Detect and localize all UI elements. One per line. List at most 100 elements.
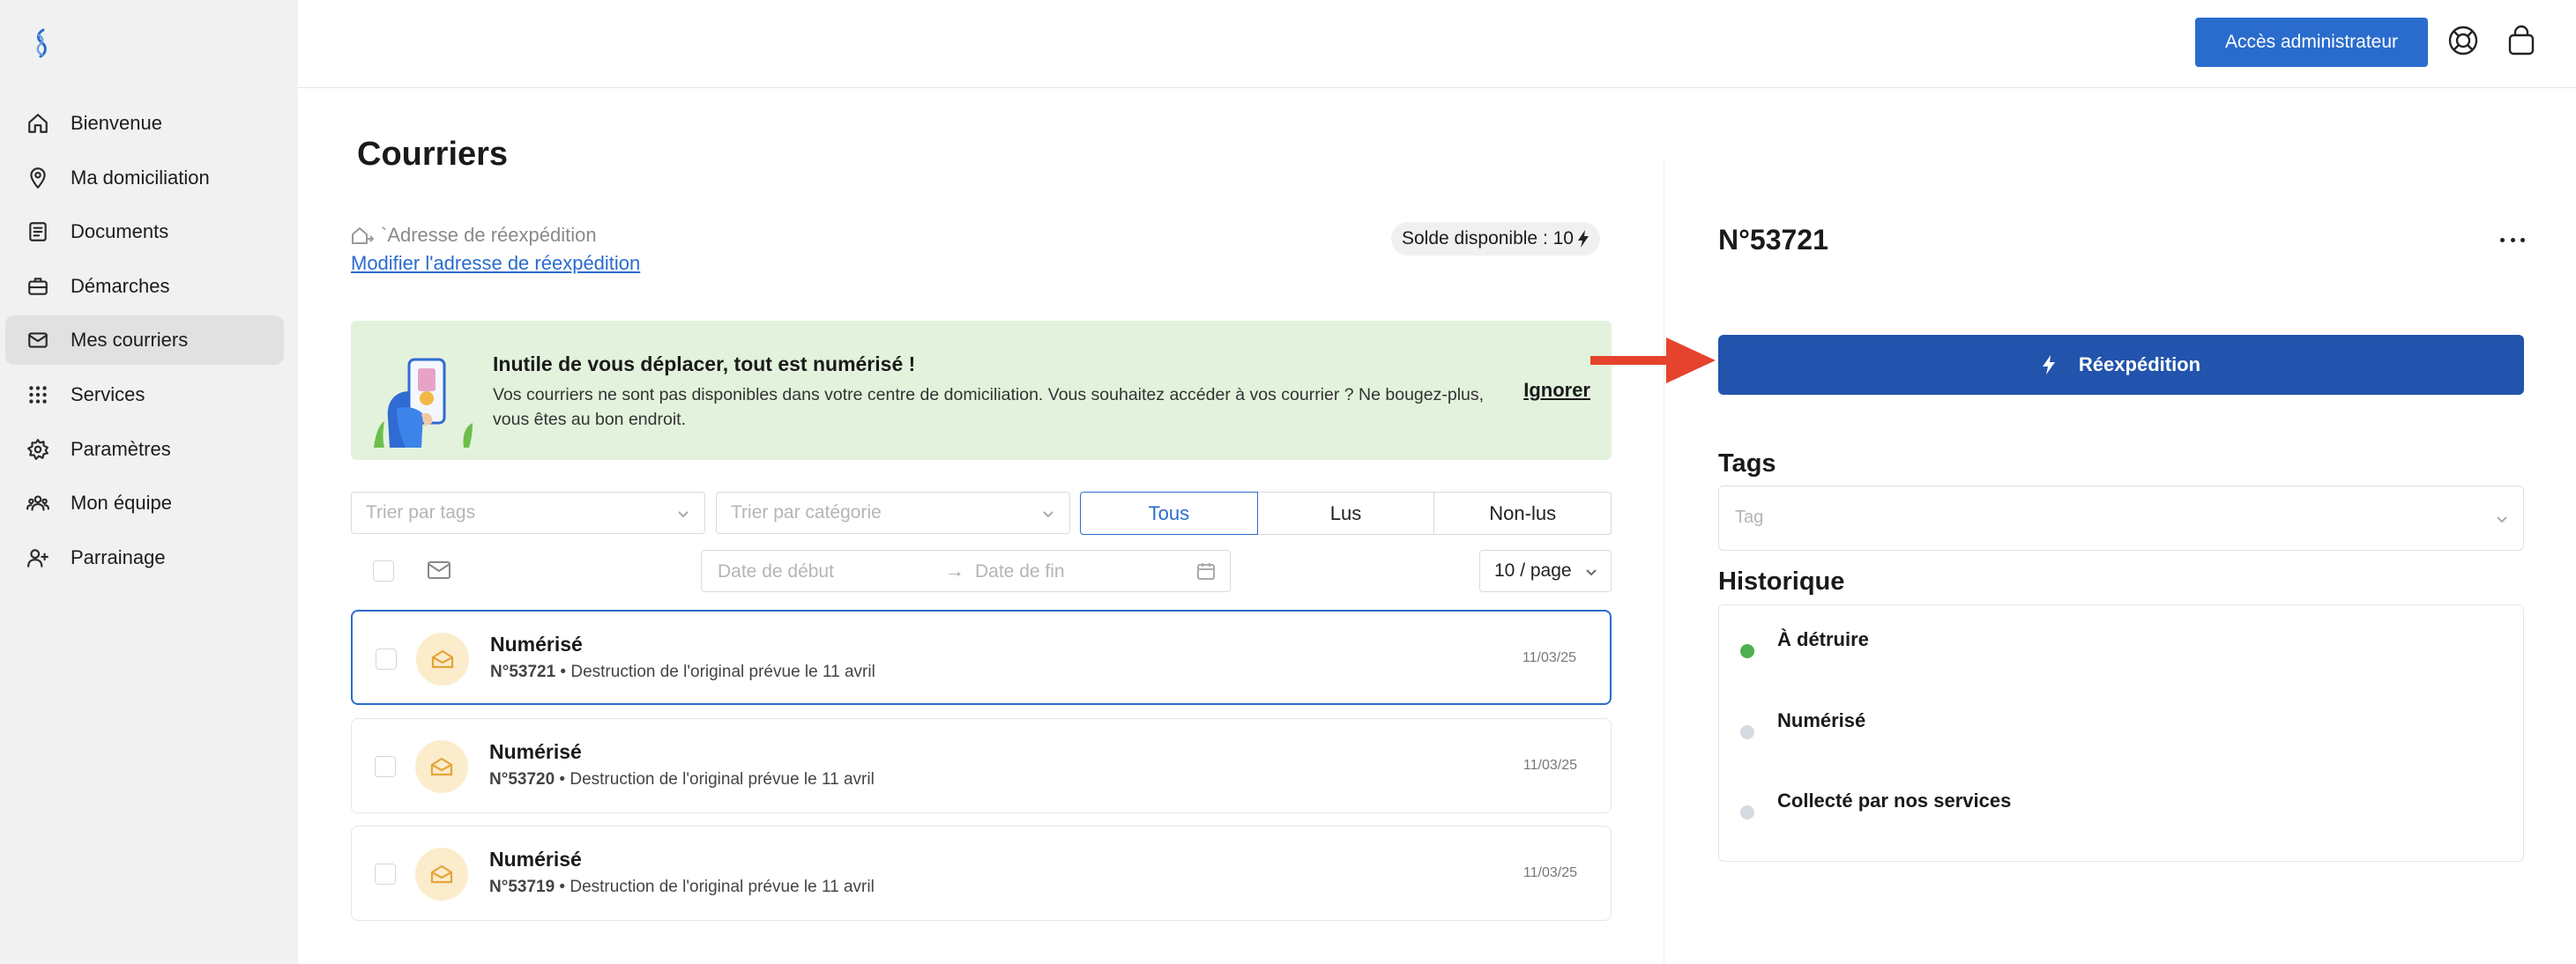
grid-icon [26, 383, 49, 406]
logo-icon[interactable] [28, 26, 56, 62]
info-banner: Inutile de vous déplacer, tout est numér… [351, 321, 1612, 460]
help-lifebuoy-icon[interactable] [2446, 23, 2481, 58]
mail-subtitle: N°53721 • Destruction de l'original prév… [490, 663, 875, 682]
mail-checkbox[interactable] [375, 756, 396, 777]
sidebar-item-label: Mon équipe [71, 492, 172, 515]
phone-illustration [374, 358, 473, 448]
sidebar-item-domiciliation[interactable]: Ma domiciliation [5, 153, 284, 203]
mail-date: 11/03/25 [1522, 650, 1576, 665]
forwarding-address-row: `Adresse de réexpédition [351, 224, 597, 247]
sidebar-item-documents[interactable]: Documents [5, 207, 284, 256]
chevron-down-icon [2495, 511, 2509, 531]
modify-address-link[interactable]: Modifier l'adresse de réexpédition [351, 252, 640, 275]
status-dot [1740, 644, 1754, 658]
mark-read-mail-icon[interactable] [427, 560, 451, 580]
sidebar-nav: Bienvenue Ma domiciliation Documents Dém… [5, 99, 284, 587]
history-list: À détruire Numérisé Collecté par nos ser… [1718, 604, 2524, 862]
chevron-down-icon [1584, 563, 1598, 584]
sidebar-item-label: Ma domiciliation [71, 166, 210, 189]
mail-card[interactable]: Numérisé N°53720 • Destruction de l'orig… [351, 718, 1612, 813]
balance-text: Solde disponible : 10 [1402, 228, 1574, 248]
open-envelope-icon [415, 848, 468, 901]
calendar-icon [1196, 561, 1216, 581]
tags-filter-placeholder: Trier par tags [366, 502, 476, 523]
lightning-icon [2042, 355, 2055, 374]
team-icon [26, 492, 49, 515]
date-start-placeholder: Date de début [718, 561, 834, 582]
mail-subtitle: N°53719 • Destruction de l'original prév… [489, 878, 875, 897]
tags-filter-select[interactable]: Trier par tags [351, 492, 705, 534]
ignore-link[interactable]: Ignorer [1523, 379, 1590, 402]
date-range-picker[interactable]: Date de début → Date de fin [701, 550, 1231, 592]
tag-select[interactable]: Tag [1718, 486, 2524, 551]
category-filter-placeholder: Trier par catégorie [731, 502, 882, 523]
category-filter-select[interactable]: Trier par catégorie [716, 492, 1070, 534]
open-envelope-icon [415, 740, 468, 793]
home-forward-icon [352, 226, 374, 244]
mail-detail: • Destruction de l'original prévue le 11… [555, 663, 875, 681]
page-title: Courriers [357, 136, 509, 173]
status-dot [1740, 805, 1754, 819]
segment-tous[interactable]: Tous [1080, 492, 1258, 535]
date-end-placeholder: Date de fin [975, 561, 1065, 582]
sidebar-item-courriers[interactable]: Mes courriers [5, 315, 284, 366]
mail-detail: • Destruction de l'original prévue le 11… [555, 770, 875, 789]
sidebar-item-bienvenue[interactable]: Bienvenue [5, 99, 284, 148]
sidebar-item-label: Bienvenue [71, 112, 162, 134]
per-page-select[interactable]: 10 / page [1479, 550, 1612, 592]
mail-number: N°53721 [490, 663, 556, 681]
forwarding-address-label: `Adresse de réexpédition [381, 224, 597, 246]
segment-lus[interactable]: Lus [1256, 492, 1435, 535]
mail-status: Numérisé [489, 740, 582, 763]
mail-date: 11/03/25 [1523, 865, 1577, 880]
sidebar-item-parrainage[interactable]: Parrainage [5, 533, 284, 582]
admin-access-button[interactable]: Accès administrateur [2195, 18, 2428, 67]
mail-checkbox[interactable] [375, 864, 396, 885]
tags-heading: Tags [1718, 449, 1776, 478]
sidebar-item-label: Mes courriers [71, 329, 189, 352]
mail-number: N°53719 [489, 878, 555, 896]
home-icon [26, 112, 49, 135]
chevron-down-icon [676, 505, 690, 519]
mail-detail: • Destruction de l'original prévue le 11… [555, 878, 875, 896]
sidebar-item-label: Documents [71, 220, 169, 243]
add-user-icon [26, 546, 49, 569]
sidebar-item-equipe[interactable]: Mon équipe [5, 478, 284, 528]
detail-title: N°53721 [1718, 224, 1828, 256]
status-dot [1740, 725, 1754, 739]
top-bar: Accès administrateur [298, 0, 2576, 88]
banner-text: Vos courriers ne sont pas disponibles da… [493, 385, 1485, 429]
sidebar: Bienvenue Ma domiciliation Documents Dém… [0, 0, 298, 964]
history-heading: Historique [1718, 567, 1845, 596]
mail-card[interactable]: Numérisé N°53721 • Destruction de l'orig… [351, 610, 1612, 705]
mail-status: Numérisé [490, 633, 583, 656]
history-item: Collecté par nos services [1719, 790, 2523, 842]
history-label: À détruire [1777, 628, 1869, 650]
tag-placeholder: Tag [1735, 508, 1764, 527]
mail-checkbox[interactable] [376, 649, 397, 670]
banner-title: Inutile de vous déplacer, tout est numér… [493, 352, 916, 375]
per-page-value: 10 / page [1494, 560, 1572, 581]
history-item: À détruire [1719, 628, 2523, 681]
open-envelope-icon [416, 633, 469, 686]
history-item: Numérisé [1719, 709, 2523, 762]
mail-status: Numérisé [489, 848, 582, 871]
sidebar-item-demarches[interactable]: Démarches [5, 262, 284, 311]
mail-icon [26, 329, 49, 352]
sidebar-item-services[interactable]: Services [5, 370, 284, 419]
briefcase-icon [26, 275, 49, 298]
mail-date: 11/03/25 [1523, 758, 1577, 773]
arrow-right-icon: → [945, 560, 964, 582]
red-arrow-annotation [1590, 337, 1716, 383]
shopping-bag-icon[interactable] [2504, 23, 2539, 58]
sidebar-item-parametres[interactable]: Paramètres [5, 425, 284, 474]
segment-non-lus[interactable]: Non-lus [1433, 492, 1612, 535]
location-pin-icon [26, 167, 49, 189]
document-icon [26, 220, 49, 243]
select-all-checkbox[interactable] [373, 560, 394, 582]
reexpedition-label: Réexpédition [2078, 353, 2201, 375]
sidebar-item-label: Parrainage [71, 545, 166, 568]
reexpedition-button[interactable]: Réexpédition [1718, 335, 2524, 395]
more-options-icon[interactable] [2500, 231, 2525, 248]
mail-card[interactable]: Numérisé N°53719 • Destruction de l'orig… [351, 826, 1612, 921]
